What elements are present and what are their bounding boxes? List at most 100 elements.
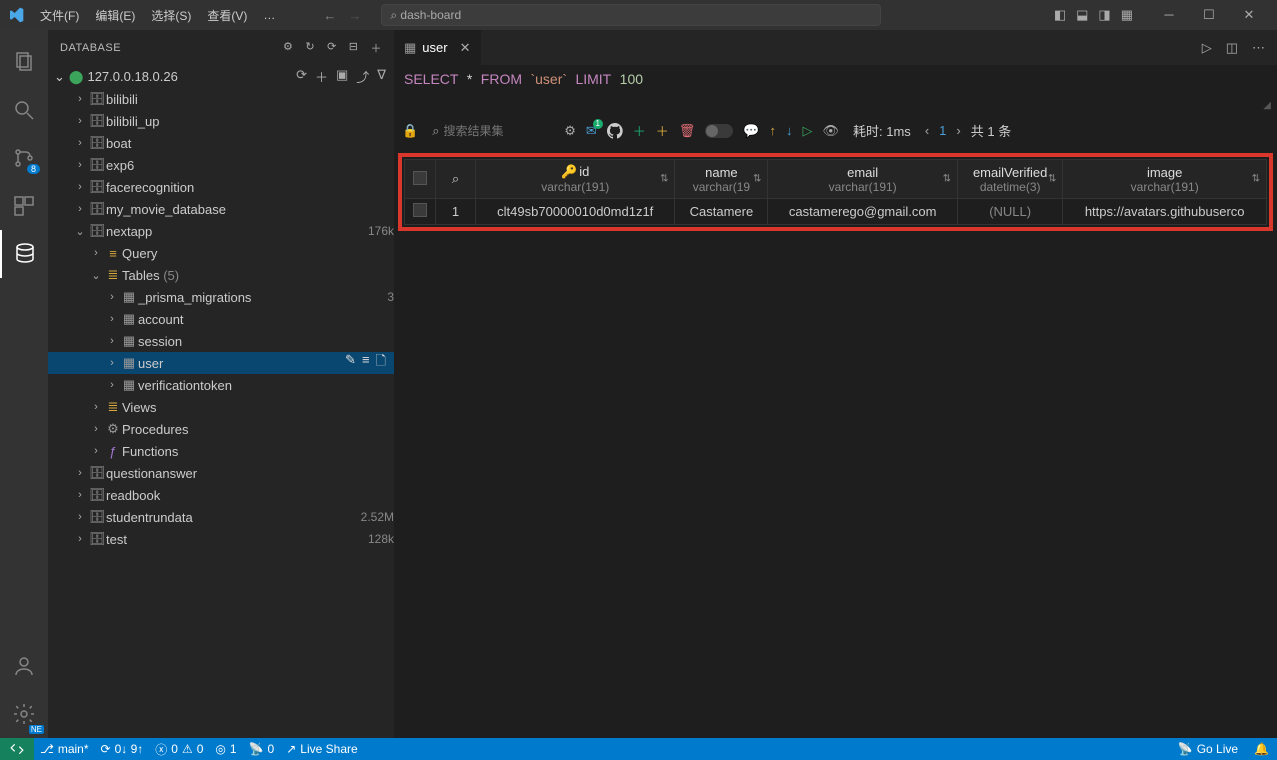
db-item[interactable]: ›🗄my_movie_database — [48, 198, 394, 220]
layout-panel-icon[interactable]: ⬓ — [1076, 7, 1088, 23]
menu-file[interactable]: 文件(F) — [32, 7, 87, 24]
db-procedures[interactable]: ›⚙Procedures — [48, 418, 394, 440]
sort-icon[interactable]: ⇅ — [943, 174, 951, 185]
db-functions[interactable]: ›ƒFunctions — [48, 440, 394, 462]
table-item[interactable]: ›▦account — [48, 308, 394, 330]
lock-icon[interactable]: 🔒 — [402, 123, 418, 139]
sidebar-add-icon[interactable]: ＋ — [371, 40, 383, 56]
status-sync[interactable]: ⟳0↓ 9↑ — [95, 742, 150, 756]
row-checkbox[interactable] — [405, 199, 436, 225]
db-item[interactable]: ›🗄boat — [48, 132, 394, 154]
tab-user[interactable]: ▦ user ✕ — [394, 30, 482, 65]
sort-icon[interactable]: ⇅ — [1048, 174, 1056, 185]
column-name[interactable]: namevarchar(19⇅ — [675, 160, 768, 199]
page-current[interactable]: 1 — [939, 123, 946, 138]
cell-emailverified[interactable]: (NULL) — [957, 199, 1062, 225]
column-id[interactable]: 🔑idvarchar(191)⇅ — [476, 160, 675, 199]
sort-icon[interactable]: ⇅ — [1252, 174, 1260, 185]
conn-add-icon[interactable]: ＋ — [315, 67, 328, 86]
activity-extensions-icon[interactable] — [0, 182, 48, 230]
connection-row[interactable]: ⌄ ⬤ 127.0.0.1 8.0.26 ⟳ ＋ ▣ ⤴ ∇ — [48, 65, 394, 88]
remote-indicator-icon[interactable] — [0, 738, 34, 760]
window-maximize-icon[interactable]: ☐ — [1189, 7, 1229, 23]
sidebar-refresh-icon[interactable]: ↻ — [305, 40, 315, 56]
conn-terminal-icon[interactable]: ▣ — [336, 67, 348, 86]
layout-customize-icon[interactable]: ▦ — [1121, 7, 1133, 23]
table-item-user[interactable]: ›▦user ✎ ≡ 🗋 — [48, 352, 394, 374]
menu-view[interactable]: 查看(V) — [199, 7, 255, 24]
status-branch[interactable]: ⎇main* — [34, 742, 95, 756]
window-minimize-icon[interactable]: ─ — [1149, 7, 1189, 23]
table-list-icon[interactable]: ≡ — [362, 352, 370, 374]
split-editor-icon[interactable]: ◫ — [1226, 40, 1238, 56]
column-email[interactable]: emailvarchar(191)⇅ — [768, 160, 958, 199]
comment-icon[interactable]: 💬 — [743, 123, 759, 139]
db-item[interactable]: ›🗄facerecognition — [48, 176, 394, 198]
github-icon[interactable] — [607, 123, 623, 139]
activity-explorer-icon[interactable] — [0, 38, 48, 86]
conn-export-icon[interactable]: ⤴ — [356, 67, 369, 86]
select-all-checkbox[interactable] — [405, 160, 436, 199]
delete-icon[interactable]: 🗑 — [679, 123, 696, 139]
table-edit-icon[interactable]: ✎ — [345, 352, 356, 374]
cell-id[interactable]: clt49sb70000010d0md1z1f — [476, 199, 675, 225]
db-item[interactable]: ›🗄bilibili — [48, 88, 394, 110]
import-down-icon[interactable]: ↓ — [786, 123, 793, 138]
activity-accounts-icon[interactable] — [0, 642, 48, 690]
db-item[interactable]: ›🗄questionanswer — [48, 462, 394, 484]
db-item[interactable]: ›🗄studentrundata2.52M — [48, 506, 394, 528]
table-item[interactable]: ›▦session — [48, 330, 394, 352]
add-column-icon[interactable]: ＋ — [656, 121, 669, 140]
db-item[interactable]: ›🗄test128k — [48, 528, 394, 550]
status-liveshare[interactable]: ↗Live Share — [280, 742, 363, 756]
export-up-icon[interactable]: ↑ — [769, 123, 776, 138]
status-problems[interactable]: ⓧ0 ⚠0 — [149, 741, 209, 758]
sql-editor[interactable]: SELECT * FROM `user` LIMIT 100 ◢ — [394, 65, 1277, 113]
sidebar-gear-icon[interactable]: ⚙ — [283, 40, 293, 56]
sidebar-collapse-icon[interactable]: ⊟ — [349, 40, 359, 56]
table-row[interactable]: 1 clt49sb70000010d0md1z1f Castamere cast… — [405, 199, 1267, 225]
menu-edit[interactable]: 编辑(E) — [87, 7, 143, 24]
status-golive[interactable]: 📡Go Live — [1170, 742, 1246, 756]
mail-icon[interactable]: ✉1 — [586, 123, 597, 139]
conn-refresh-icon[interactable]: ⟳ — [296, 67, 307, 86]
page-prev-icon[interactable]: ‹ — [925, 123, 929, 138]
page-next-icon[interactable]: › — [956, 123, 960, 138]
table-item[interactable]: ›▦verificationtoken — [48, 374, 394, 396]
cell-email[interactable]: castamerego@gmail.com — [768, 199, 958, 225]
filter-field[interactable] — [443, 124, 543, 138]
add-row-icon[interactable]: ＋ — [633, 121, 646, 140]
cell-name[interactable]: Castamere — [675, 199, 768, 225]
table-item[interactable]: ›▦_prisma_migrations3 — [48, 286, 394, 308]
resize-handle-icon[interactable]: ◢ — [1263, 100, 1271, 111]
activity-search-icon[interactable] — [0, 86, 48, 134]
cell-image[interactable]: https://avatars.githubuserco — [1063, 199, 1267, 225]
run-icon[interactable]: ▷ — [1202, 40, 1212, 56]
activity-source-control-icon[interactable]: 8 — [0, 134, 48, 182]
window-close-icon[interactable]: ✕ — [1229, 7, 1269, 23]
layout-sidebar-left-icon[interactable]: ◧ — [1054, 7, 1066, 23]
activity-database-icon[interactable] — [0, 230, 48, 278]
tab-close-icon[interactable]: ✕ — [460, 40, 471, 56]
db-item-nextapp[interactable]: ⌄🗄nextapp176k — [48, 220, 394, 242]
db-item[interactable]: ›🗄readbook — [48, 484, 394, 506]
nav-back-icon[interactable]: ← — [323, 8, 336, 23]
status-forward[interactable]: 📡0 — [243, 742, 281, 756]
conn-filter-icon[interactable]: ∇ — [377, 67, 386, 86]
command-center[interactable]: ⌕ dash-board — [381, 4, 881, 26]
db-query[interactable]: ›≡Query — [48, 242, 394, 264]
status-ports[interactable]: ◎1 — [209, 742, 242, 756]
table-open-icon[interactable]: 🗋 — [376, 352, 386, 374]
more-actions-icon[interactable]: ⋯ — [1252, 40, 1265, 56]
settings-icon[interactable]: ⚙ — [564, 123, 576, 139]
view-icon[interactable]: 👁 — [822, 123, 839, 139]
db-tables[interactable]: ⌄≣Tables (5) — [48, 264, 394, 286]
sort-icon[interactable]: ⇅ — [753, 174, 761, 185]
db-views[interactable]: ›≣Views — [48, 396, 394, 418]
menu-more[interactable]: … — [255, 8, 283, 22]
search-column-icon[interactable]: ⌕ — [436, 160, 476, 199]
sidebar-history-icon[interactable]: ⟳ — [327, 40, 337, 56]
column-image[interactable]: imagevarchar(191)⇅ — [1063, 160, 1267, 199]
execute-icon[interactable]: ▷ — [802, 123, 812, 139]
layout-sidebar-right-icon[interactable]: ◨ — [1098, 7, 1110, 23]
